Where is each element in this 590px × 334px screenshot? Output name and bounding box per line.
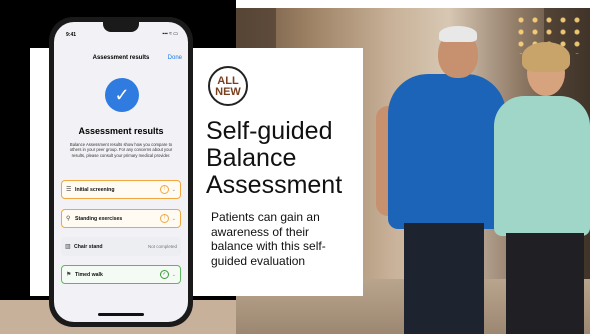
list-icon: ☰ <box>66 187 72 193</box>
subtext: Patients can gain an awareness of their … <box>211 210 326 268</box>
man-pants <box>404 223 484 334</box>
person-standing-icon: ⚲ <box>66 216 71 222</box>
check-circle-icon: ✓ <box>159 270 169 279</box>
results-description: Balance Assessment results show how you … <box>69 142 173 158</box>
result-row-timed-walk[interactable]: ⚑ Timed walk ✓ ⌄ <box>61 265 181 284</box>
chevron-down-icon: ⌄ <box>171 186 176 193</box>
chair-icon: ▥ <box>65 244 71 250</box>
warning-icon: ! <box>159 214 169 223</box>
badge-line-2: NEW <box>215 86 241 98</box>
walking-icon: ⚑ <box>66 272 72 278</box>
chevron-down-icon: ⌄ <box>171 271 176 278</box>
results-title: Assessment results <box>78 126 164 136</box>
phone-mockup: 9:41 ▪▪▪ ≈ ▭ Assessment results Done ✓ A… <box>49 17 193 327</box>
status-time: 9:41 <box>66 32 77 38</box>
phone-screen: 9:41 ▪▪▪ ≈ ▭ Assessment results Done ✓ A… <box>54 22 188 322</box>
result-row-label: Chair stand <box>74 243 103 250</box>
warning-icon: ! <box>159 185 169 194</box>
result-row-label: Initial screening <box>75 186 115 193</box>
result-row-chair-stand[interactable]: ▥ Chair stand Not completed <box>61 237 181 256</box>
result-row-initial-screening[interactable]: ☰ Initial screening ! ⌄ <box>61 180 181 199</box>
woman-hair <box>522 42 570 72</box>
chevron-down-icon: ⌄ <box>171 215 176 222</box>
checkmark-icon: ✓ <box>105 78 139 112</box>
home-indicator <box>98 313 144 316</box>
woman-pants <box>506 233 584 334</box>
status-icons: ▪▪▪ ≈ ▭ <box>162 31 178 37</box>
result-row-label: Standing exercises <box>75 215 123 222</box>
all-new-badge: ALL NEW <box>208 66 248 106</box>
result-row-standing-exercises[interactable]: ⚲ Standing exercises ! ⌄ <box>61 209 181 228</box>
man-hair <box>439 26 477 42</box>
man-figure <box>388 74 506 229</box>
woman-figure <box>494 96 590 236</box>
headline: Self-guided Balance Assessment <box>206 117 343 199</box>
result-row-status: Not completed <box>147 244 177 249</box>
result-row-label: Timed walk <box>75 271 103 278</box>
done-button[interactable]: Done <box>168 55 182 61</box>
phone-notch <box>103 22 139 32</box>
